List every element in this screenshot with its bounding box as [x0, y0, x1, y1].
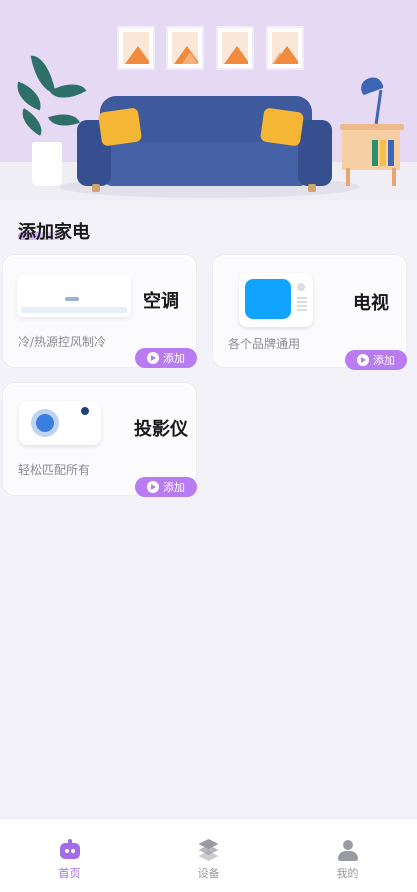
play-icon — [147, 352, 159, 364]
tv-speaker — [297, 297, 307, 313]
sofa-arm — [298, 120, 332, 186]
book — [372, 140, 378, 166]
add-button-label: 添加 — [373, 354, 395, 367]
device-name: 空调 — [143, 291, 179, 312]
lamp-pole — [374, 89, 383, 125]
plant-leaf — [11, 81, 47, 111]
wall-picture — [216, 26, 254, 70]
pillow — [259, 107, 305, 147]
wall-picture — [117, 26, 155, 70]
add-button-label: 添加 — [163, 481, 185, 494]
add-button-tv[interactable]: 添加 — [345, 350, 407, 370]
device-name: 投影仪 — [134, 419, 188, 440]
add-button-ac[interactable]: 添加 — [135, 348, 197, 368]
device-desc: 各个品牌通用 — [228, 337, 301, 351]
table-leg — [346, 168, 350, 186]
device-desc: 轻松匹配所有 — [18, 463, 91, 477]
device-name: 电视 — [353, 293, 389, 314]
plant-leaf — [49, 75, 87, 107]
plant-leaf — [15, 108, 49, 136]
book — [380, 140, 386, 166]
add-button-label: 添加 — [163, 352, 185, 365]
hero-banner — [0, 0, 417, 200]
wall-picture — [166, 26, 204, 70]
nav-label: 首页 — [58, 867, 81, 880]
play-icon — [357, 354, 369, 366]
tv-screen — [245, 279, 291, 319]
pillow — [97, 107, 143, 147]
ac-vent — [21, 307, 127, 313]
sofa-leg — [92, 184, 100, 192]
bottom-nav: 首页 设备 我的 — [0, 818, 417, 892]
play-icon — [147, 481, 159, 493]
projector-dot — [81, 407, 89, 415]
robot-icon — [58, 839, 82, 861]
projector-lens-inner — [36, 414, 54, 432]
plant-pot — [32, 142, 62, 186]
add-button-projector[interactable]: 添加 — [135, 477, 197, 497]
wall-picture — [266, 26, 304, 70]
user-icon — [336, 839, 360, 861]
tv-knob — [297, 283, 305, 291]
nav-label: 我的 — [336, 867, 359, 880]
nav-item-devices[interactable]: 设备 — [139, 819, 278, 892]
sofa-seat — [104, 142, 308, 186]
plant-leaf — [48, 107, 80, 133]
nav-item-home[interactable]: 首页 — [0, 819, 139, 892]
section-title: 添加家电 — [18, 222, 90, 243]
layers-icon — [197, 839, 221, 861]
nav-label: 设备 — [197, 867, 220, 880]
book — [388, 140, 394, 166]
sofa-leg — [308, 184, 316, 192]
nav-item-profile[interactable]: 我的 — [278, 819, 417, 892]
table-leg — [392, 168, 396, 186]
ac-indicator — [65, 297, 79, 301]
device-desc: 冷/热源控风制冷 — [18, 335, 107, 349]
